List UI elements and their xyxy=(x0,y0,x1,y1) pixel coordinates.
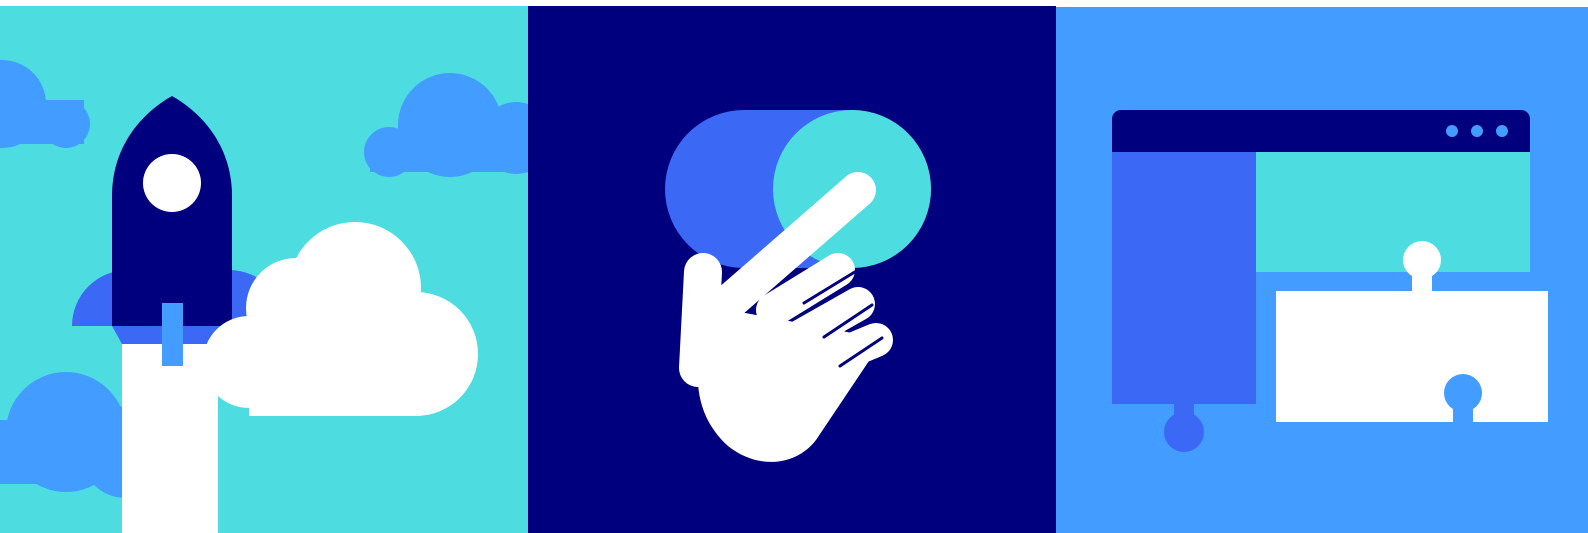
activate-panel xyxy=(528,0,1056,533)
toggle-scene xyxy=(528,0,1056,533)
integrate-panel xyxy=(1056,0,1588,533)
dot-icon xyxy=(1496,125,1508,137)
dot-icon xyxy=(1471,125,1483,137)
dot-icon xyxy=(1446,125,1458,137)
rocket-scene xyxy=(0,0,528,533)
puzzle-piece-aqua xyxy=(1256,152,1530,272)
launch-panel xyxy=(0,0,528,533)
puzzle-scene xyxy=(1056,0,1588,533)
exhaust-trail xyxy=(122,344,218,533)
